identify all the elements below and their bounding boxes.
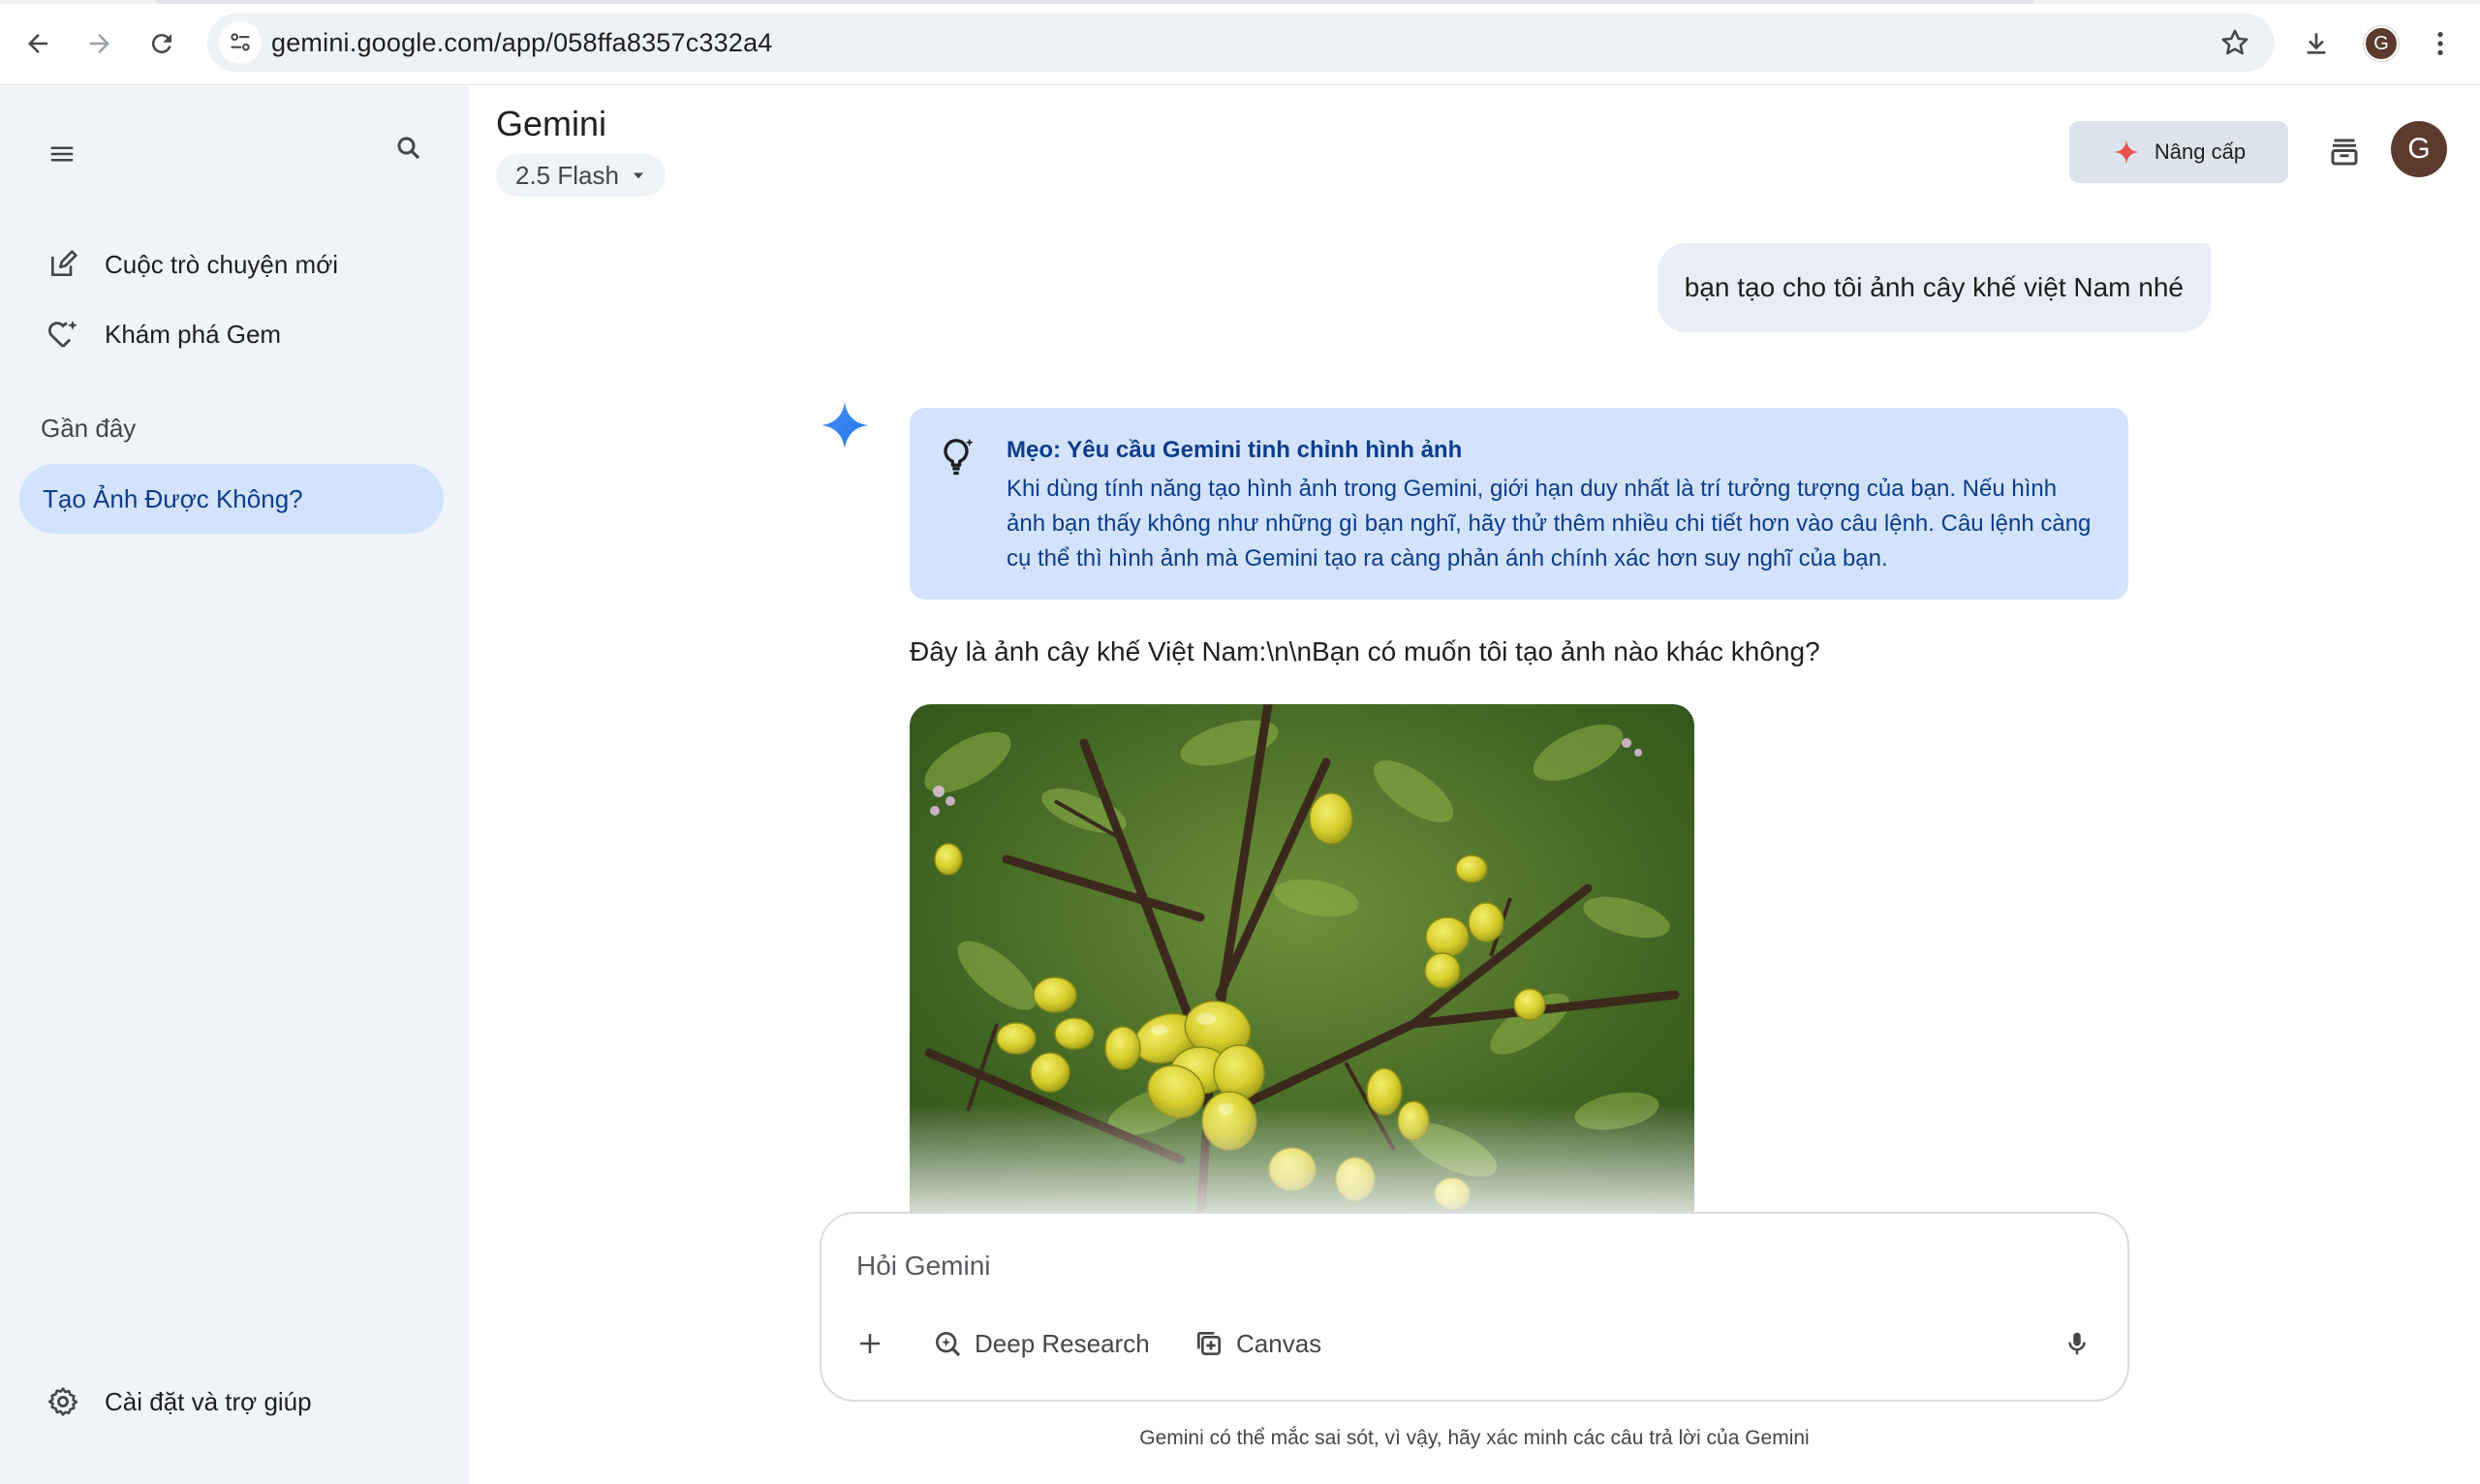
canvas-button[interactable]: Canvas [1194,1320,1321,1367]
forward-icon [90,34,109,53]
explore-gems-label: Khám phá Gem [105,319,282,349]
plus-icon [860,1334,880,1353]
upgrade-button[interactable]: Nâng cấp [2069,121,2288,183]
tip-body: Khi dùng tính năng tạo hình ảnh trong Ge… [1007,476,2092,572]
account-avatar[interactable]: G [2391,121,2447,177]
menu-button[interactable] [35,127,89,181]
sparkle-icon [2114,139,2139,165]
model-selector[interactable]: 2.5 Flash [496,154,666,197]
search-button[interactable] [382,121,436,175]
prompt-composer[interactable]: Hỏi Gemini Deep Research Canvas [820,1212,2129,1402]
archive-icon [2331,139,2358,166]
gear-icon [21,1385,105,1418]
recent-chat-item[interactable]: Tạo Ảnh Được Không? [19,464,444,534]
settings-help-label: Cài đặt và trợ giúp [105,1386,312,1416]
new-chat-label: Cuộc trò chuyện mới [105,249,339,279]
browser-profile-avatar[interactable]: G [2364,26,2399,61]
gemini-sparkle-icon [821,401,869,449]
lightbulb-icon [944,438,974,476]
download-icon [2307,33,2326,54]
sidebar: Cuộc trò chuyện mới Khám phá Gem Gần đây… [0,86,469,1484]
bookmark-star-icon[interactable] [2218,26,2251,59]
browser-menu-button[interactable] [2418,21,2463,66]
microphone-button[interactable] [2054,1320,2100,1367]
app-title: Gemini [496,104,607,143]
deep-research-button[interactable]: Deep Research [932,1320,1150,1367]
disclaimer-text: Gemini có thể mắc sai sót, vì vậy, hãy x… [1139,1427,1810,1449]
canvas-label: Canvas [1236,1328,1322,1358]
tip-title: Mẹo: Yêu cầu Gemini tinh chỉnh hình ảnh [1007,437,1463,463]
response-text: Đây là ảnh cây khế Việt Nam:\n\nBạn có m… [910,636,1820,666]
upgrade-label: Nâng cấp [2154,139,2247,164]
main-content: Gemini 2.5 Flash Nâng cấp G bạn tạo cho … [469,86,2480,1484]
reload-icon [151,34,171,54]
menu-icon [50,146,74,162]
back-icon [28,34,47,53]
url-text[interactable]: gemini.google.com/app/058ffa8357c332a4 [271,28,773,58]
back-button[interactable] [16,21,60,66]
settings-help-button[interactable]: Cài đặt và trợ giúp [21,1371,448,1433]
archive-button[interactable] [2317,125,2372,179]
model-name: 2.5 Flash [515,160,619,190]
explore-gems-button[interactable]: Khám phá Gem [21,303,448,365]
reload-button[interactable] [140,21,184,66]
edit-icon [21,249,105,280]
tab-strip [0,0,2480,4]
canvas-icon [1197,1332,1221,1355]
search-icon [397,137,420,160]
new-chat-button[interactable]: Cuộc trò chuyện mới [21,233,448,295]
dropdown-arrow-icon [633,172,643,179]
add-attachment-button[interactable] [847,1320,893,1367]
tip-card: Mẹo: Yêu cầu Gemini tinh chỉnh hình ảnh … [910,408,2128,600]
gem-heart-icon [21,318,105,351]
more-vert-icon [2437,32,2443,55]
download-button[interactable] [2294,21,2339,66]
deep-research-icon [936,1332,961,1357]
user-message: bạn tạo cho tôi ảnh cây khế việt Nam nhé [1657,243,2211,332]
deep-research-label: Deep Research [975,1328,1150,1358]
address-bar[interactable]: gemini.google.com/app/058ffa8357c332a4 [207,14,2275,72]
microphone-icon [2068,1332,2086,1355]
prompt-input[interactable]: Hỏi Gemini [856,1251,990,1282]
recent-heading: Gần đây [41,414,137,443]
forward-button[interactable] [78,21,122,66]
browser-toolbar: gemini.google.com/app/058ffa8357c332a4 G [0,0,2480,85]
site-info-icon[interactable] [219,21,262,64]
